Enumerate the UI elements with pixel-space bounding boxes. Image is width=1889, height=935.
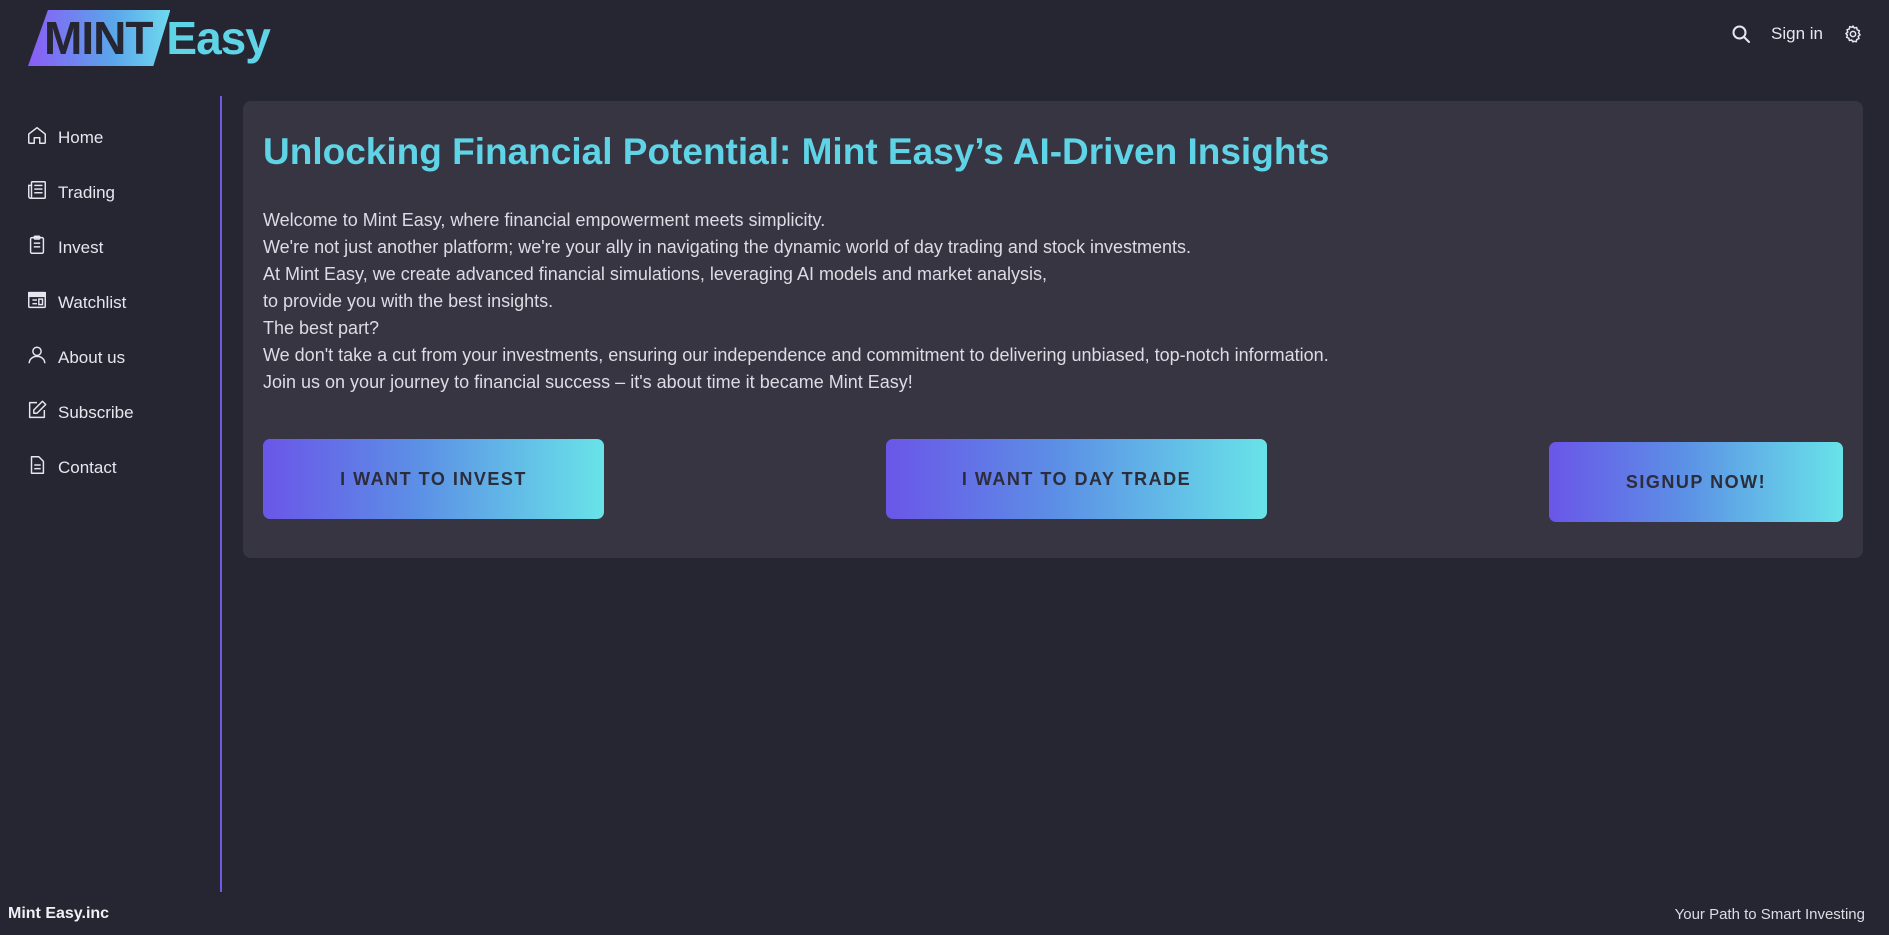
- clipboard-icon: [26, 234, 48, 261]
- newspaper-icon: [26, 179, 48, 206]
- sidebar-item-contact[interactable]: Contact: [26, 454, 117, 481]
- footer-company: Mint Easy.inc: [8, 905, 110, 922]
- intro-paragraph: We don't take a cut from your investment…: [263, 345, 1329, 365]
- edit-icon: [26, 399, 48, 426]
- sidebar-item-watchlist[interactable]: Watchlist: [26, 289, 126, 316]
- sidebar-item-label: Subscribe: [58, 402, 134, 422]
- sidebar-item-label: Home: [58, 127, 104, 147]
- logo-text-easy: Easy: [166, 12, 270, 64]
- sidebar-item-subscribe[interactable]: Subscribe: [26, 399, 134, 426]
- intro-paragraph: Welcome to Mint Easy, where financial em…: [263, 210, 826, 230]
- intro-text: Welcome to Mint Easy, where financial em…: [263, 207, 1329, 396]
- sidebar-item-invest[interactable]: Invest: [26, 234, 103, 261]
- header-actions: Sign in: [1729, 22, 1865, 46]
- intro-paragraph: The best part?: [263, 318, 380, 338]
- sign-in-link[interactable]: Sign in: [1771, 24, 1823, 44]
- document-icon: [26, 454, 48, 481]
- intro-paragraph: At Mint Easy, we create advanced financi…: [263, 264, 1048, 284]
- sidebar-item-label: Watchlist: [58, 292, 127, 312]
- sidebar-item-label: About us: [58, 347, 126, 367]
- intro-paragraph: We're not just another platform; we're y…: [263, 237, 1192, 257]
- sidebar-item-label: Trading: [58, 182, 116, 202]
- home-icon: [26, 124, 48, 151]
- sidebar-item-label: Contact: [58, 457, 117, 477]
- sidebar: Home Trading Invest Watchlist About us S…: [0, 96, 222, 892]
- invest-button[interactable]: I WANT TO INVEST: [263, 439, 604, 519]
- intro-paragraph: Join us on your journey to financial suc…: [263, 372, 913, 392]
- page: MINT Easy Sign in Home Trading Invest Wa…: [0, 0, 1889, 935]
- sidebar-item-about-us[interactable]: About us: [26, 344, 125, 371]
- logo[interactable]: MINT Easy: [28, 10, 271, 66]
- intro-paragraph: to provide you with the best insights.: [263, 291, 554, 311]
- footer-tagline: Your Path to Smart Investing: [1674, 906, 1865, 923]
- header: MINT Easy Sign in: [0, 0, 1889, 80]
- day-trade-button[interactable]: I WANT TO DAY TRADE: [886, 439, 1267, 519]
- sidebar-item-label: Invest: [58, 237, 104, 257]
- gear-icon[interactable]: [1841, 22, 1865, 46]
- page-title: Unlocking Financial Potential: Mint Easy…: [263, 131, 1330, 172]
- logo-text-mint: MINT: [44, 12, 153, 64]
- sidebar-item-home[interactable]: Home: [26, 124, 103, 151]
- signup-button[interactable]: SIGNUP NOW!: [1549, 442, 1843, 522]
- logo-badge: MINT: [28, 10, 171, 66]
- user-icon: [26, 344, 48, 371]
- search-icon[interactable]: [1729, 22, 1753, 46]
- sidebar-item-trading[interactable]: Trading: [26, 179, 115, 206]
- window-icon: [26, 289, 48, 316]
- hero-card: Unlocking Financial Potential: Mint Easy…: [243, 101, 1863, 558]
